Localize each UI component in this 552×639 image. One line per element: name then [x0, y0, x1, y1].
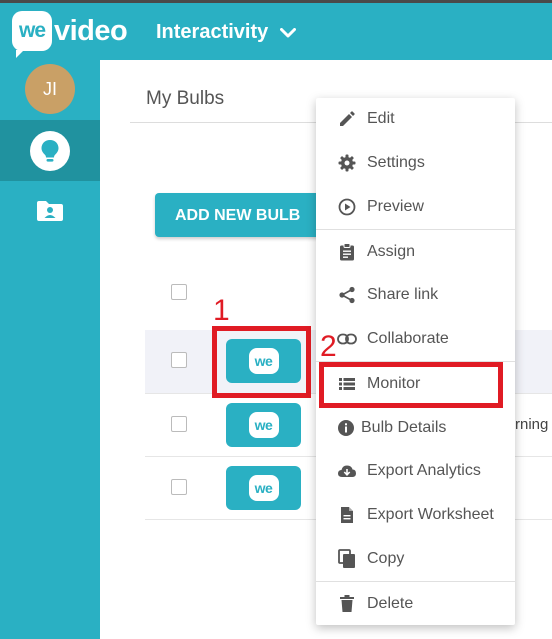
thumb-logo-icon: we — [248, 475, 279, 501]
cloud-download-icon — [337, 461, 357, 481]
menu-item-label: Settings — [367, 154, 425, 171]
row-checkbox[interactable] — [171, 479, 187, 495]
thumb-logo-text: we — [254, 417, 273, 433]
menu-item-label: Edit — [367, 110, 395, 127]
annotation-number-1: 1 — [213, 294, 230, 327]
copy-icon — [337, 549, 357, 569]
chevron-down-icon — [280, 27, 297, 37]
annotation-box-2 — [319, 362, 503, 408]
folder-user-icon — [37, 201, 63, 221]
document-icon — [337, 505, 357, 525]
select-all-checkbox[interactable] — [171, 284, 187, 300]
clipboard-icon — [337, 242, 357, 262]
menu-item-label: Copy — [367, 550, 405, 567]
logo-bubble-icon: we — [12, 11, 52, 58]
top-bar: we video Interactivity — [0, 3, 552, 60]
menu-item-label: Export Analytics — [367, 462, 481, 479]
menu-item-export-worksheet[interactable]: Export Worksheet — [316, 495, 515, 535]
sidebar-item-folders[interactable] — [36, 200, 64, 227]
trash-icon — [337, 594, 357, 614]
annotation-box-1 — [212, 326, 311, 398]
menu-item-collaborate[interactable]: Collaborate — [316, 319, 515, 359]
bulb-icon-circle — [30, 130, 70, 171]
menu-item-copy[interactable]: Copy — [316, 539, 515, 579]
gear-icon — [337, 153, 357, 173]
sidebar-item-bulbs[interactable] — [0, 120, 100, 181]
menu-item-label: Share link — [367, 286, 439, 303]
menu-item-export-analytics[interactable]: Export Analytics — [316, 451, 515, 491]
thumb-logo-text: we — [254, 480, 273, 496]
thumb-logo-icon: we — [248, 412, 279, 438]
menu-item-label: Assign — [367, 243, 416, 260]
menu-item-label: Delete — [367, 595, 414, 612]
menu-item-bulb-details[interactable]: Bulb Details — [316, 408, 515, 448]
bulb-thumbnail[interactable]: we — [226, 466, 301, 510]
workspace-selector[interactable]: Interactivity — [156, 21, 297, 44]
menu-item-label: Collaborate — [367, 330, 449, 347]
bulb-thumbnail[interactable]: we — [226, 403, 301, 447]
menu-item-edit[interactable]: Edit — [316, 99, 515, 139]
link-icon — [337, 329, 357, 349]
avatar-initials: JI — [42, 78, 57, 99]
menu-item-preview[interactable]: Preview — [316, 187, 515, 227]
avatar[interactable]: JI — [25, 64, 75, 114]
menu-divider — [316, 229, 515, 230]
menu-item-label: Preview — [367, 198, 424, 215]
pencil-icon — [337, 109, 357, 129]
lightbulb-icon — [41, 139, 59, 162]
share-icon — [337, 285, 357, 305]
logo-we-text: we — [18, 19, 46, 42]
menu-item-assign[interactable]: Assign — [316, 232, 515, 272]
row-checkbox[interactable] — [171, 352, 187, 368]
annotation-number-2: 2 — [320, 330, 337, 363]
menu-item-share-link[interactable]: Share link — [316, 275, 515, 315]
play-circle-icon — [337, 197, 357, 217]
menu-item-label: Export Worksheet — [367, 506, 494, 523]
menu-item-settings[interactable]: Settings — [316, 143, 515, 183]
menu-item-delete[interactable]: Delete — [316, 584, 515, 624]
row-title-clipped: rning — [515, 416, 549, 433]
sidebar: JI — [0, 60, 100, 639]
info-icon — [336, 418, 356, 438]
row-checkbox[interactable] — [171, 416, 187, 432]
add-new-bulb-button[interactable]: ADD NEW BULB — [155, 193, 335, 237]
logo-video-text: video — [54, 14, 128, 47]
menu-divider — [316, 581, 515, 582]
workspace-name: Interactivity — [156, 21, 269, 43]
menu-item-label: Bulb Details — [361, 419, 447, 436]
wevideo-logo[interactable]: we video — [12, 8, 128, 58]
page-title: My Bulbs — [146, 88, 225, 109]
